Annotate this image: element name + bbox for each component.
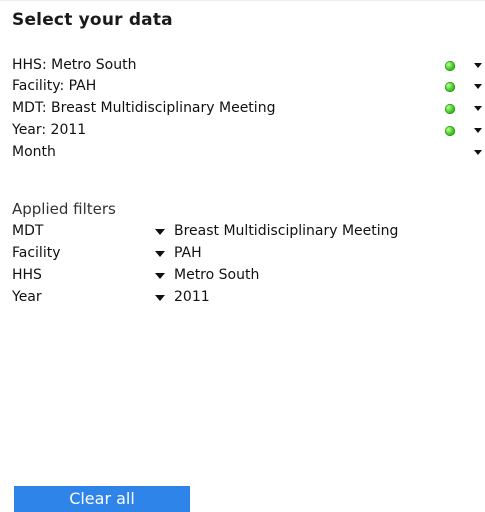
dropdown-arrow-icon[interactable] [155,229,165,235]
dropdown-arrow-icon[interactable] [474,150,482,155]
filter-key-hhs: HHS [12,267,42,283]
dropdown-arrow-icon[interactable] [155,273,165,279]
dropdown-arrow-icon[interactable] [155,251,165,257]
selector-month-label: Month [12,144,56,160]
selector-mdt-label: MDT: Breast Multidisciplinary Meeting [12,100,276,116]
selector-hhs-label: HHS: Metro South [12,57,137,73]
selector-month[interactable]: Month [12,143,485,163]
green-status-dot-icon [445,104,455,114]
green-status-dot-icon [445,61,455,71]
clear-all-button[interactable]: Clear all [14,486,190,512]
select-data-panel: Select your data HHS: Metro South Facili… [0,0,485,512]
applied-filter-row: Year 2011 [12,288,452,308]
filter-value-hhs: Metro South [174,267,260,283]
dropdown-arrow-icon[interactable] [474,106,482,111]
dropdown-arrow-icon[interactable] [474,84,482,89]
green-status-dot-icon [445,126,455,136]
applied-filter-row: Facility PAH [12,244,452,264]
selector-facility-label: Facility: PAH [12,78,97,94]
applied-filters-title: Applied filters [12,200,116,218]
dropdown-arrow-icon[interactable] [474,63,482,68]
filter-key-year: Year [12,289,42,305]
applied-filter-row: HHS Metro South [12,266,452,286]
selector-year-label: Year: 2011 [12,122,87,138]
filter-value-facility: PAH [174,245,202,261]
selector-year[interactable]: Year: 2011 [12,121,485,141]
filter-value-year: 2011 [174,289,210,305]
selector-hhs[interactable]: HHS: Metro South [12,56,485,76]
filter-key-mdt: MDT [12,223,44,239]
dropdown-arrow-icon[interactable] [474,128,482,133]
green-status-dot-icon [445,82,455,92]
selector-mdt[interactable]: MDT: Breast Multidisciplinary Meeting [12,99,485,119]
filter-value-mdt: Breast Multidisciplinary Meeting [174,223,399,239]
top-divider [0,0,485,1]
filter-key-facility: Facility [12,245,61,261]
applied-filter-row: MDT Breast Multidisciplinary Meeting [12,222,452,242]
selector-facility[interactable]: Facility: PAH [12,77,485,97]
panel-title: Select your data [12,10,173,30]
dropdown-arrow-icon[interactable] [155,295,165,301]
